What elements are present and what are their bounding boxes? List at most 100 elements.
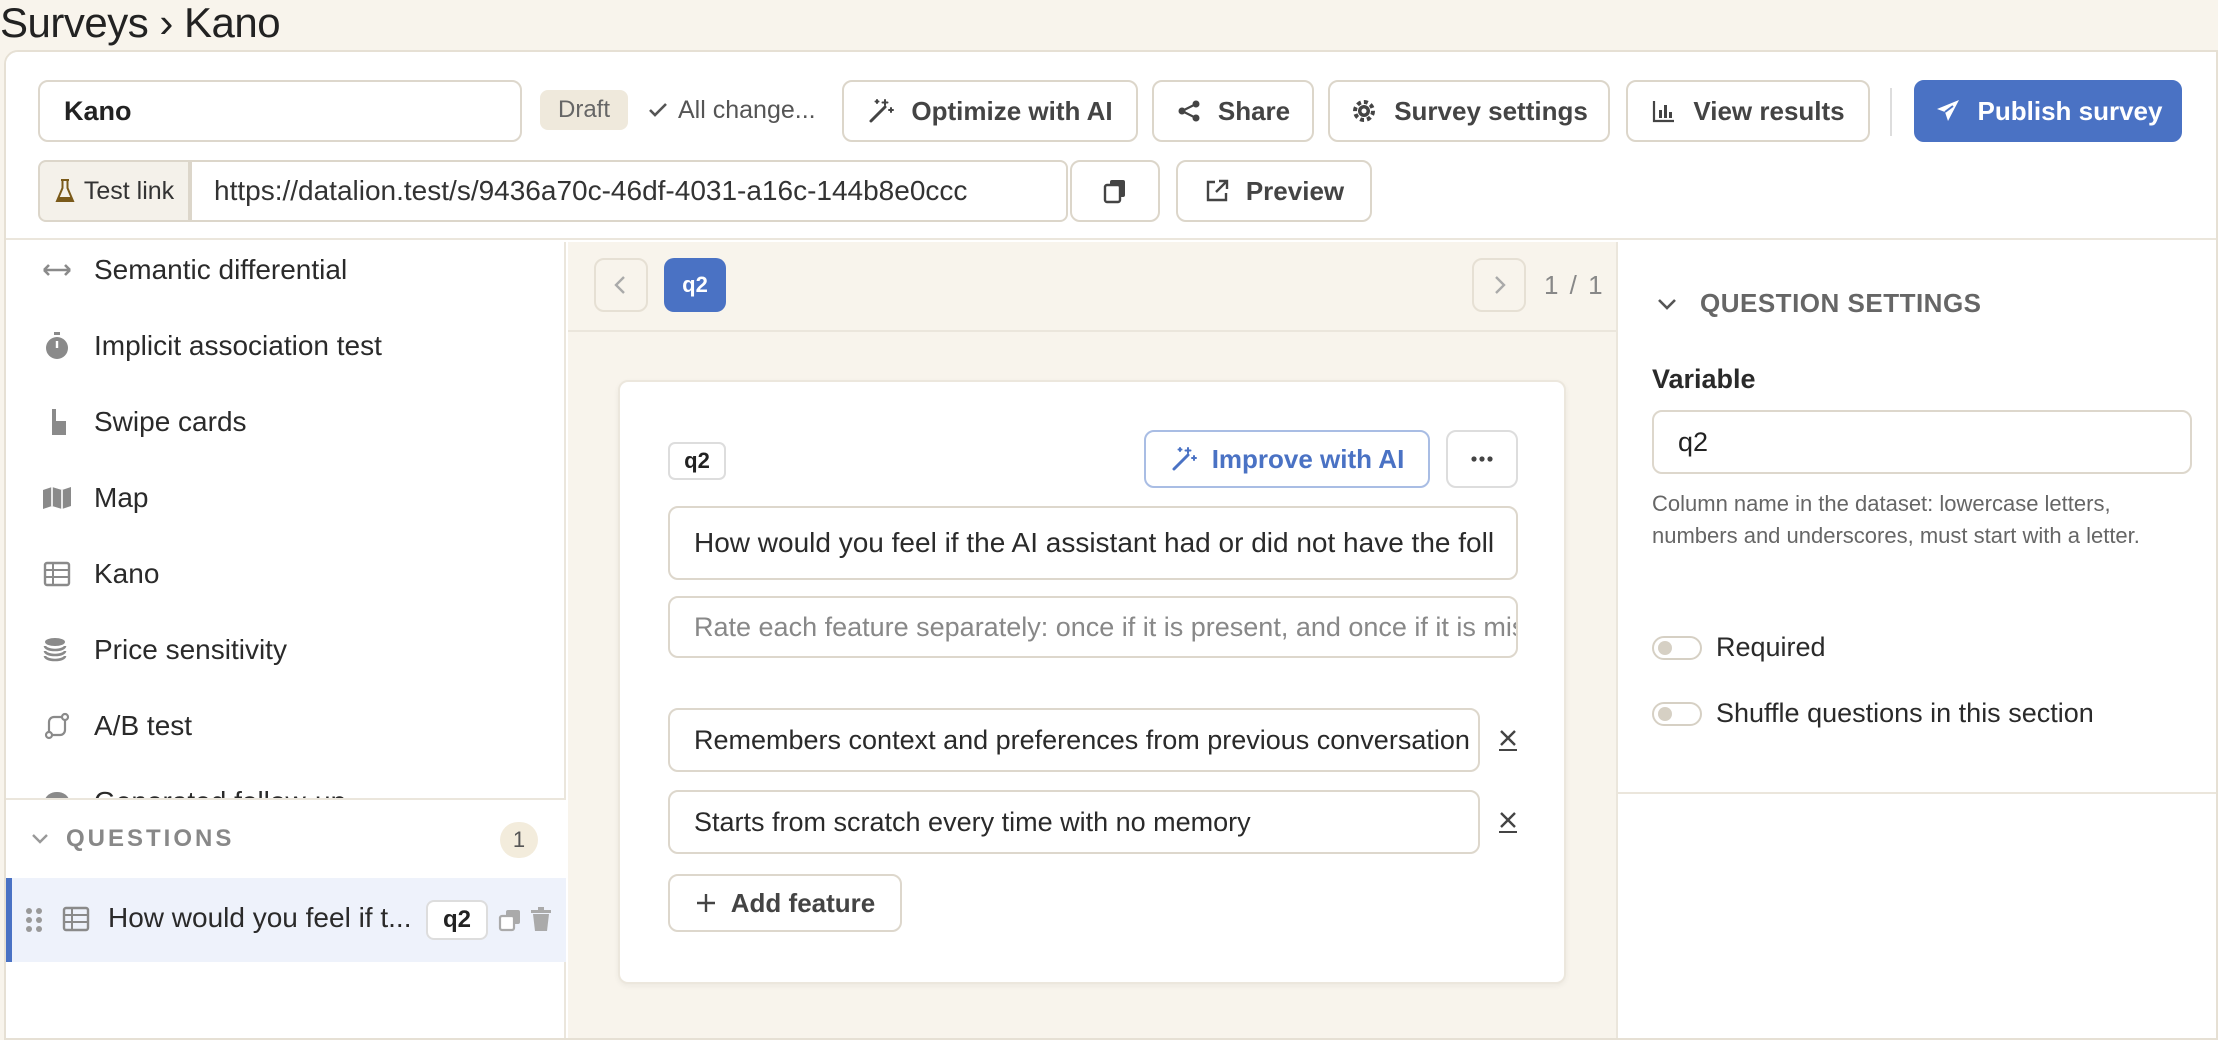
remove-feature-button[interactable] — [1496, 728, 1520, 752]
duplicate-icon[interactable] — [498, 908, 522, 932]
question-type-implicit-association[interactable]: Implicit association test — [42, 326, 382, 366]
question-type-generated-follow-up[interactable]: Generated follow-up — [42, 782, 346, 798]
question-editor: q2 1 / 1 q2 Improve with AI How would yo… — [568, 242, 1616, 1038]
required-label: Required — [1716, 632, 1826, 662]
publish-label: Publish survey — [1977, 95, 2163, 126]
test-link-url-field[interactable]: https://datalion.test/s/9436a70c-46df-40… — [190, 160, 1068, 222]
required-toggle-row[interactable]: Required — [1652, 632, 1826, 663]
publish-survey-button[interactable]: Publish survey — [1914, 80, 2182, 142]
chevron-right-icon — [1495, 276, 1506, 294]
question-type-label: A/B test — [94, 710, 193, 741]
table-icon — [62, 906, 90, 932]
survey-settings-button[interactable]: Survey settings — [1328, 80, 1610, 142]
pointer-hand-icon — [42, 407, 72, 437]
test-link-text: Test link — [83, 176, 175, 205]
shuffle-toggle[interactable] — [1652, 701, 1702, 726]
question-type-label: Kano — [94, 558, 160, 589]
optimize-with-ai-button[interactable]: Optimize with AI — [842, 80, 1138, 142]
split-icon — [42, 711, 72, 741]
plus-icon — [696, 894, 715, 912]
question-type-label: Implicit association test — [94, 330, 382, 361]
chevron-left-icon — [614, 276, 625, 294]
add-feature-button[interactable]: Add feature — [668, 874, 902, 932]
shuffle-toggle-row[interactable]: Shuffle questions in this section — [1652, 698, 2094, 729]
feature-input[interactable]: Remembers context and preferences from p… — [668, 708, 1480, 772]
more-options-button[interactable] — [1446, 430, 1518, 488]
chevron-down-icon — [1658, 298, 1676, 310]
panel-divider — [1618, 792, 2216, 794]
stopwatch-icon — [42, 331, 72, 361]
question-type-list: Semantic differential Implicit associati… — [6, 242, 566, 798]
question-type-map[interactable]: Map — [42, 478, 148, 518]
remove-feature-button[interactable] — [1496, 810, 1520, 834]
questions-section-header[interactable]: QUESTIONS 1 — [6, 798, 566, 878]
shuffle-label: Shuffle questions in this section — [1716, 698, 2094, 728]
paper-plane-icon — [1936, 100, 1959, 121]
editor-toolbar: Kano Draft All change... Optimize with A… — [6, 52, 2216, 240]
questions-header-label: QUESTIONS — [66, 825, 235, 852]
page-title: Surveys › Kano — [0, 0, 281, 46]
copy-link-button[interactable] — [1070, 160, 1160, 222]
survey-editor: Kano Draft All change... Optimize with A… — [4, 50, 2218, 1040]
question-type-kano[interactable]: Kano — [42, 554, 159, 594]
improve-with-ai-button[interactable]: Improve with AI — [1144, 430, 1430, 488]
view-results-button[interactable]: View results — [1626, 80, 1870, 142]
arrows-horizontal-icon — [42, 255, 72, 285]
feature-input[interactable]: Starts from scratch every time with no m… — [668, 790, 1480, 854]
chat-icon — [42, 787, 72, 798]
question-title-input[interactable]: How would you feel if the AI assistant h… — [668, 506, 1518, 580]
close-icon — [1499, 812, 1517, 833]
drag-handle-icon[interactable] — [24, 906, 44, 934]
optimize-label: Optimize with AI — [911, 95, 1113, 126]
question-variable-chip: q2 — [668, 442, 726, 480]
question-list-item[interactable]: How would you feel if t... q2 — [6, 878, 566, 962]
question-variable-chip: q2 — [426, 900, 488, 940]
question-type-swipe-cards[interactable]: Swipe cards — [42, 402, 247, 442]
question-tab-q2[interactable]: q2 — [664, 258, 726, 312]
question-type-label: Map — [94, 482, 149, 513]
add-feature-label: Add feature — [730, 887, 876, 918]
next-question-button[interactable] — [1472, 258, 1526, 312]
question-settings-panel: QUESTION SETTINGS Variable q2 Column nam… — [1616, 242, 2216, 1038]
question-type-label: Price sensitivity — [94, 634, 287, 665]
improve-label: Improve with AI — [1211, 443, 1405, 474]
share-button[interactable]: Share — [1152, 80, 1314, 142]
ellipsis-icon — [1471, 456, 1493, 462]
save-status: All change... — [646, 90, 816, 130]
question-navigator: q2 1 / 1 — [568, 242, 1616, 332]
preview-label: Preview — [1245, 175, 1345, 206]
variable-help-text: Column name in the dataset: lowercase le… — [1652, 491, 2140, 548]
question-settings-title: QUESTION SETTINGS — [1700, 288, 1982, 318]
question-type-label: Swipe cards — [94, 406, 247, 437]
question-settings-header[interactable]: QUESTION SETTINGS — [1654, 288, 1982, 319]
gear-icon — [1353, 100, 1376, 122]
question-description-input[interactable]: Rate each feature separately: once if it… — [668, 596, 1518, 658]
question-type-label: Generated follow-up — [94, 786, 346, 798]
preview-button[interactable]: Preview — [1176, 160, 1372, 222]
table-icon — [42, 559, 72, 589]
question-type-label: Semantic differential — [94, 254, 348, 285]
trash-icon[interactable] — [530, 906, 552, 932]
close-icon — [1499, 730, 1517, 751]
previous-question-button[interactable] — [594, 258, 648, 312]
variable-input[interactable]: q2 — [1652, 410, 2192, 474]
question-card: q2 Improve with AI How would you feel if… — [618, 380, 1566, 984]
question-type-ab-test[interactable]: A/B test — [42, 706, 192, 746]
question-type-sidebar: Semantic differential Implicit associati… — [6, 242, 566, 1038]
questions-count-badge: 1 — [500, 822, 538, 858]
question-type-semantic-differential[interactable]: Semantic differential — [42, 250, 347, 290]
survey-settings-label: Survey settings — [1394, 95, 1588, 126]
toolbar-divider — [1890, 88, 1892, 136]
survey-name-input[interactable]: Kano — [38, 80, 522, 142]
question-type-price-sensitivity[interactable]: Price sensitivity — [42, 630, 287, 670]
required-toggle[interactable] — [1652, 635, 1702, 660]
variable-label: Variable — [1652, 364, 1756, 394]
flask-icon — [55, 179, 75, 202]
question-list-item-text: How would you feel if t... — [108, 902, 412, 933]
share-icon — [1178, 100, 1200, 122]
bar-chart-icon — [1653, 101, 1675, 123]
map-icon — [42, 483, 72, 513]
check-icon — [649, 103, 667, 117]
magic-wand-icon — [869, 99, 895, 123]
save-status-text: All change... — [678, 95, 816, 124]
